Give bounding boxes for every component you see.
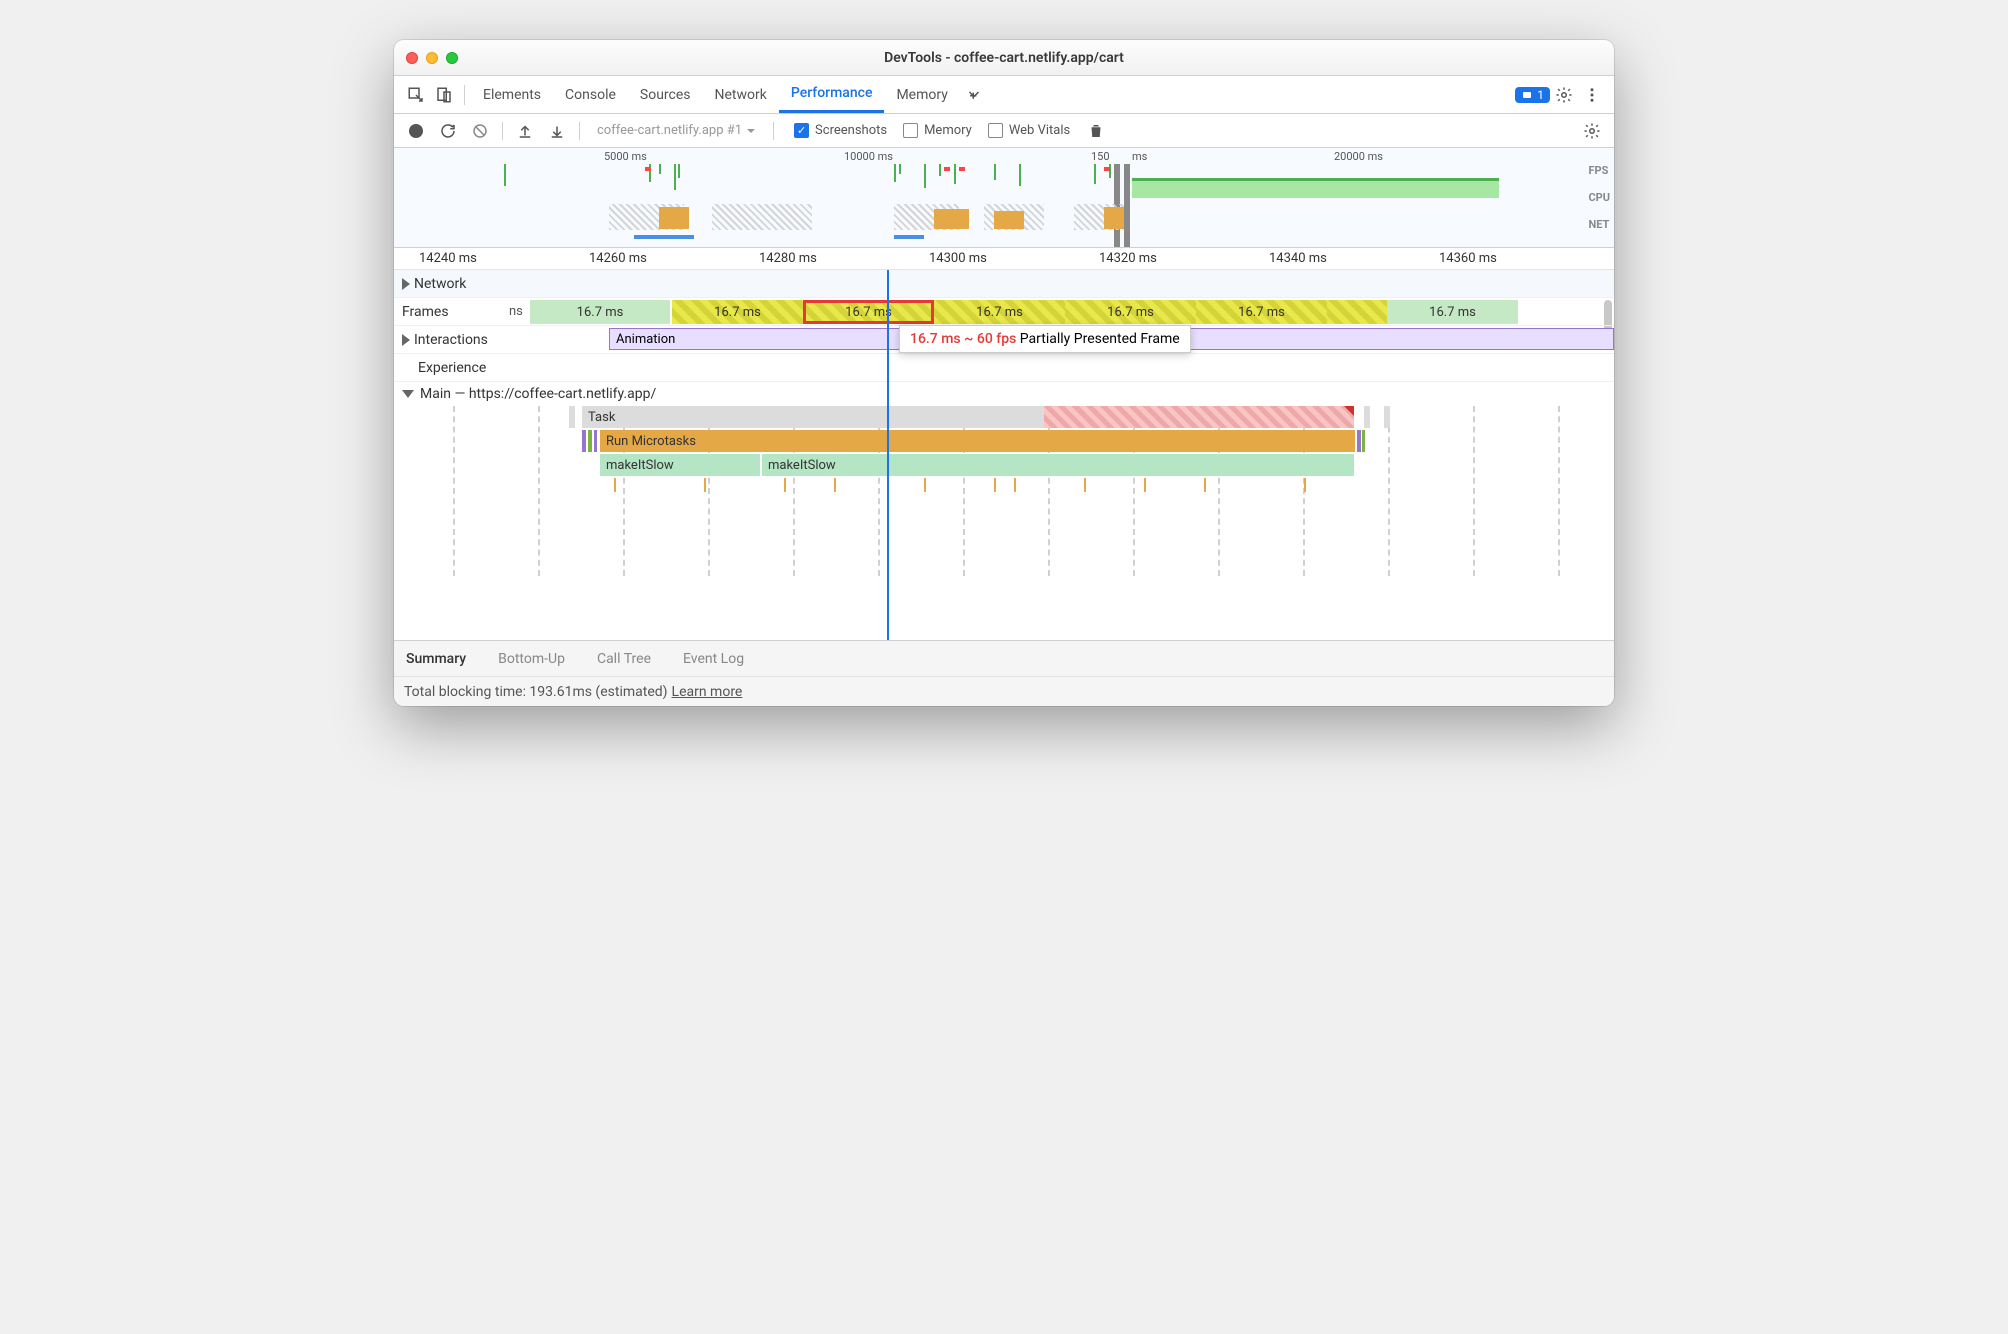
reload-button[interactable]	[434, 117, 462, 145]
blocking-time-text: Total blocking time: 193.61ms (estimated…	[404, 684, 668, 700]
tab-event-log[interactable]: Event Log	[679, 651, 748, 667]
issues-count: 1	[1537, 88, 1544, 102]
web-vitals-checkbox[interactable]: Web Vitals	[988, 123, 1070, 138]
more-tabs-icon[interactable]	[960, 81, 988, 109]
record-button[interactable]	[402, 117, 430, 145]
frames-track[interactable]: ns 16.7 ms 16.7 ms 16.7 ms 16.7 ms 16.7 …	[394, 298, 1614, 325]
clear-button[interactable]	[466, 117, 494, 145]
performance-toolbar: coffee-cart.netlify.app #1 ✓ Screenshots…	[394, 114, 1614, 148]
window-title: DevTools - coffee-cart.netlify.app/cart	[394, 50, 1614, 66]
learn-more-link[interactable]: Learn more	[672, 684, 743, 700]
details-tabs: Summary Bottom-Up Call Tree Event Log	[394, 640, 1614, 676]
memory-checkbox[interactable]: Memory	[903, 123, 972, 138]
task-bar[interactable]: Task	[582, 406, 1044, 428]
main-track-header[interactable]: Main — https://coffee-cart.netlify.app/	[394, 382, 1614, 406]
tab-performance[interactable]: Performance	[779, 76, 885, 113]
collect-garbage-icon[interactable]	[1082, 117, 1110, 145]
network-track-header[interactable]: Network	[394, 276, 554, 292]
fn-bar-2[interactable]: makeItSlow	[762, 454, 1354, 476]
tab-network[interactable]: Network	[703, 76, 779, 113]
main-tabs: Elements Console Sources Network Perform…	[394, 76, 1614, 114]
flame-chart[interactable]: Task Run Microtasks makeItSlow makeItSlo…	[394, 406, 1614, 576]
tab-elements[interactable]: Elements	[471, 76, 553, 113]
titlebar: DevTools - coffee-cart.netlify.app/cart	[394, 40, 1614, 76]
fps-label: FPS	[1588, 164, 1610, 177]
devtools-window: DevTools - coffee-cart.netlify.app/cart …	[394, 40, 1614, 706]
load-profile-icon[interactable]	[511, 117, 539, 145]
issues-badge[interactable]: 1	[1515, 87, 1550, 103]
inspect-element-icon[interactable]	[402, 81, 430, 109]
tab-summary[interactable]: Summary	[402, 651, 470, 667]
device-toggle-icon[interactable]	[430, 81, 458, 109]
capture-settings-gear-icon[interactable]	[1578, 117, 1606, 145]
tab-console[interactable]: Console	[553, 76, 628, 113]
tab-bottom-up[interactable]: Bottom-Up	[494, 651, 569, 667]
settings-gear-icon[interactable]	[1550, 81, 1578, 109]
playhead-line[interactable]	[887, 270, 889, 640]
frame-tooltip: 16.7 ms ~ 60 fps Partially Presented Fra…	[899, 325, 1191, 353]
cpu-label: CPU	[1588, 191, 1610, 204]
tracks-pane: Network Frames ns 16.7 ms 16.7 ms 16.7 m…	[394, 270, 1614, 640]
screenshots-checkbox[interactable]: ✓ Screenshots	[794, 123, 887, 138]
fn-bar-1[interactable]: makeItSlow	[600, 454, 760, 476]
recording-selector[interactable]: coffee-cart.netlify.app #1	[588, 119, 765, 143]
tab-sources[interactable]: Sources	[628, 76, 703, 113]
tab-memory[interactable]: Memory	[884, 76, 959, 113]
timeline-ruler[interactable]: 14240 ms 14260 ms 14280 ms 14300 ms 1432…	[394, 248, 1614, 270]
kebab-menu-icon[interactable]	[1578, 81, 1606, 109]
microtasks-bar[interactable]: Run Microtasks	[600, 430, 1355, 452]
long-task-bar[interactable]	[1044, 406, 1354, 428]
overview-pane[interactable]: 5000 ms 10000 ms 150 ms 20000 ms FPS CPU…	[394, 148, 1614, 248]
tab-call-tree[interactable]: Call Tree	[593, 651, 655, 667]
save-profile-icon[interactable]	[543, 117, 571, 145]
experience-track-header: Experience	[394, 360, 554, 376]
frames-track-header[interactable]: Frames	[394, 304, 554, 320]
interactions-track-header[interactable]: Interactions	[394, 332, 554, 348]
status-bar: Total blocking time: 193.61ms (estimated…	[394, 676, 1614, 706]
net-label: NET	[1588, 218, 1610, 231]
